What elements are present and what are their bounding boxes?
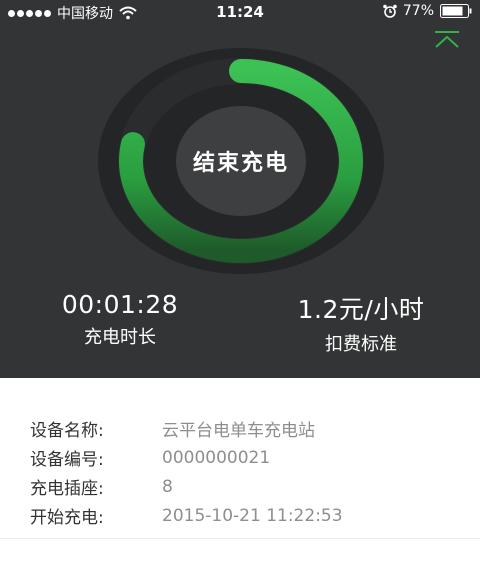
duration-stat: 00:01:28 充电时长 xyxy=(40,290,200,349)
detail-key: 设备编号: xyxy=(30,450,104,470)
detail-row: 开始充电: 2015-10-21 11:22:53 xyxy=(30,501,343,530)
status-right: 77% xyxy=(383,3,472,19)
detail-key: 充电插座: xyxy=(30,479,104,499)
charging-panel: 中国移动 11:24 77% 结束充电 00:01:28 充电时长 1.2元/小… xyxy=(0,0,480,378)
alarm-icon xyxy=(383,4,397,18)
detail-value: 8 xyxy=(162,476,173,497)
battery-icon xyxy=(440,4,472,18)
rate-label: 扣费标准 xyxy=(325,334,397,355)
chevron-up-icon[interactable] xyxy=(432,30,462,50)
rate-stat: 1.2元/小时 扣费标准 xyxy=(276,290,446,356)
detail-row: 设备名称: 云平台电单车充电站 xyxy=(30,414,343,443)
battery-percent: 77% xyxy=(402,3,434,19)
divider xyxy=(0,538,480,539)
rate-value: 1.2元/小时 xyxy=(297,295,425,324)
duration-label: 充电时长 xyxy=(84,327,156,348)
charging-progress-ring: 结束充电 xyxy=(98,48,384,274)
detail-key: 设备名称: xyxy=(30,421,104,441)
detail-value: 0000000021 xyxy=(162,447,271,468)
duration-value: 00:01:28 xyxy=(61,290,179,319)
stop-charging-button[interactable]: 结束充电 xyxy=(176,106,306,216)
device-details: 设备名称: 云平台电单车充电站 设备编号: 0000000021 充电插座: 8… xyxy=(30,414,343,530)
detail-row: 充电插座: 8 xyxy=(30,472,343,501)
detail-value: 云平台电单车充电站 xyxy=(162,421,315,441)
detail-row: 设备编号: 0000000021 xyxy=(30,443,343,472)
status-bar: 中国移动 11:24 77% xyxy=(0,0,480,24)
detail-value: 2015-10-21 11:22:53 xyxy=(162,505,343,526)
detail-key: 开始充电: xyxy=(30,508,104,528)
